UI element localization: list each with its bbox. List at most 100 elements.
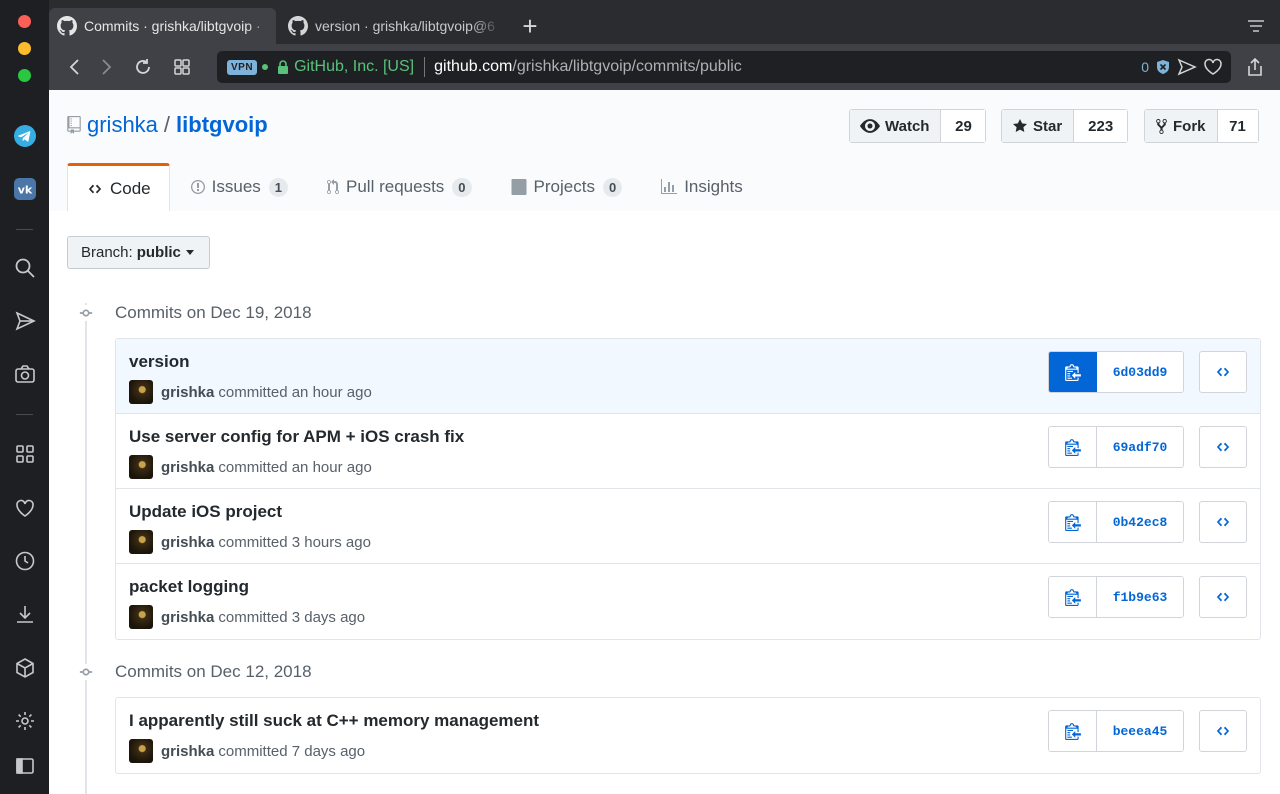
commit-author-link[interactable]: grishka — [161, 384, 214, 401]
maximize-window-button[interactable] — [18, 69, 31, 82]
repo-name-link[interactable]: libtgvoip — [176, 112, 268, 138]
repo-owner-link[interactable]: grishka — [87, 112, 158, 138]
minimize-window-button[interactable] — [18, 42, 31, 55]
avatar[interactable] — [129, 739, 153, 763]
tab-menu-icon[interactable] — [1246, 16, 1266, 36]
gear-icon[interactable] — [11, 707, 38, 734]
fork-button-group: Fork 71 — [1144, 109, 1259, 143]
browse-repo-button[interactable] — [1199, 351, 1247, 393]
commit-group-date: Commits on Dec 19, 2018 — [115, 303, 312, 322]
chevron-left-icon — [69, 59, 79, 75]
browser-tab-commits[interactable]: Commits · grishka/libtgvoip · — [49, 8, 276, 44]
star-button[interactable]: Star — [1002, 110, 1075, 142]
tab-projects[interactable]: Projects 0 — [510, 163, 623, 211]
avatar[interactable] — [129, 380, 153, 404]
commit-author-link[interactable]: grishka — [161, 609, 214, 626]
back-button[interactable] — [62, 54, 88, 80]
star-count[interactable]: 223 — [1074, 110, 1128, 142]
vk-icon[interactable]: vk — [11, 175, 38, 202]
commit-author-link[interactable]: grishka — [161, 459, 214, 476]
speed-dial-button[interactable] — [169, 54, 195, 80]
tab-insights[interactable]: Insights — [660, 163, 743, 211]
commit-message-link[interactable]: Update iOS project — [129, 502, 282, 522]
send-page-icon[interactable] — [1177, 58, 1197, 76]
avatar[interactable] — [129, 605, 153, 629]
fork-count[interactable]: 71 — [1217, 110, 1258, 142]
commit-message-link[interactable]: Use server config for APM + iOS crash fi… — [129, 427, 464, 447]
reload-button[interactable] — [130, 54, 156, 80]
commit-author-link[interactable]: grishka — [161, 743, 214, 760]
copy-sha-button[interactable] — [1049, 577, 1097, 617]
share-icon[interactable] — [1244, 56, 1266, 78]
download-icon[interactable] — [11, 600, 38, 627]
commit-message-link[interactable]: I apparently still suck at C++ memory ma… — [129, 711, 539, 731]
bookmark-heart-icon[interactable] — [1203, 58, 1223, 76]
issues-counter: 1 — [268, 177, 289, 197]
commit-list: version grishka committed an hour ago 6d… — [115, 338, 1261, 640]
close-window-button[interactable] — [18, 15, 31, 28]
copy-sha-button[interactable] — [1049, 427, 1097, 467]
browse-repo-button[interactable] — [1199, 576, 1247, 618]
commit-row: Update iOS project grishka committed 3 h… — [116, 489, 1260, 564]
cube-icon[interactable] — [11, 654, 38, 681]
commit-sha-link[interactable]: beeea45 — [1097, 711, 1183, 751]
browser-tab-version[interactable]: version · grishka/libtgvoip@6 — [280, 8, 502, 44]
new-tab-button[interactable]: + — [517, 10, 543, 42]
commit-message-link[interactable]: packet logging — [129, 577, 249, 597]
browse-repo-button[interactable] — [1199, 501, 1247, 543]
tab-issues[interactable]: Issues 1 — [190, 163, 289, 211]
browse-repo-button[interactable] — [1199, 710, 1247, 752]
commit-sha-link[interactable]: 6d03dd9 — [1097, 352, 1183, 392]
pull-requests-counter: 0 — [452, 177, 472, 197]
browse-repo-button[interactable] — [1199, 426, 1247, 468]
copy-sha-button[interactable] — [1049, 352, 1097, 392]
reload-icon — [136, 59, 150, 74]
commit-sha-link[interactable]: 0b42ec8 — [1097, 502, 1183, 542]
clock-icon[interactable] — [11, 547, 38, 574]
vpn-badge[interactable]: VPN — [227, 59, 258, 75]
avatar[interactable] — [129, 530, 153, 554]
browser-sidebar: vk — [0, 0, 49, 794]
code-icon — [1216, 442, 1230, 452]
forward-button[interactable] — [93, 54, 119, 80]
code-icon — [1216, 592, 1230, 602]
copy-sha-button[interactable] — [1049, 502, 1097, 542]
commit-time: committed 3 hours ago — [218, 533, 371, 551]
commit-sha-link[interactable]: 69adf70 — [1097, 427, 1183, 467]
search-icon[interactable] — [11, 254, 38, 281]
blocked-count: 0 — [1141, 59, 1149, 75]
avatar[interactable] — [129, 455, 153, 479]
commit-list: I apparently still suck at C++ memory ma… — [115, 697, 1261, 774]
commit-message-link[interactable]: version — [129, 352, 189, 372]
apps-icon[interactable] — [11, 440, 38, 467]
commit-timeline — [85, 303, 87, 794]
branch-select[interactable]: Branch: public — [67, 236, 210, 269]
lock-icon[interactable] — [277, 59, 289, 75]
commit-time: committed 7 days ago — [218, 742, 366, 760]
tab-code[interactable]: Code — [67, 163, 170, 211]
fork-button[interactable]: Fork — [1145, 110, 1218, 142]
grid-icon — [174, 59, 190, 75]
heart-icon[interactable] — [11, 494, 38, 521]
clippy-icon — [1064, 514, 1081, 531]
commit-author-link[interactable]: grishka — [161, 534, 214, 551]
tab-title: version · grishka/libtgvoip@6 — [315, 18, 495, 34]
camera-icon[interactable] — [11, 360, 38, 387]
address-field[interactable]: VPN GitHub, Inc. [US] github.com/grishka… — [217, 51, 1231, 83]
tab-pull-requests[interactable]: Pull requests 0 — [326, 163, 472, 211]
copy-sha-button[interactable] — [1049, 711, 1097, 751]
watch-count[interactable]: 29 — [941, 110, 986, 142]
sidebar-toggle-icon[interactable] — [11, 752, 38, 779]
send-icon[interactable] — [11, 307, 38, 334]
certificate-name[interactable]: GitHub, Inc. [US] — [294, 58, 414, 76]
commit-time: committed 3 days ago — [218, 608, 366, 626]
github-page: grishka / libtgvoip Watch 29 Star 223 Fo… — [49, 90, 1280, 794]
watch-button[interactable]: Watch — [850, 110, 942, 142]
commit-sha-link[interactable]: f1b9e63 — [1097, 577, 1183, 617]
clippy-icon — [1064, 723, 1081, 740]
clippy-icon — [1064, 364, 1081, 381]
telegram-icon[interactable] — [11, 122, 38, 149]
ad-block-icon[interactable] — [1155, 59, 1171, 75]
chevron-right-icon — [102, 59, 112, 75]
commit-row: packet logging grishka committed 3 days … — [116, 564, 1260, 639]
